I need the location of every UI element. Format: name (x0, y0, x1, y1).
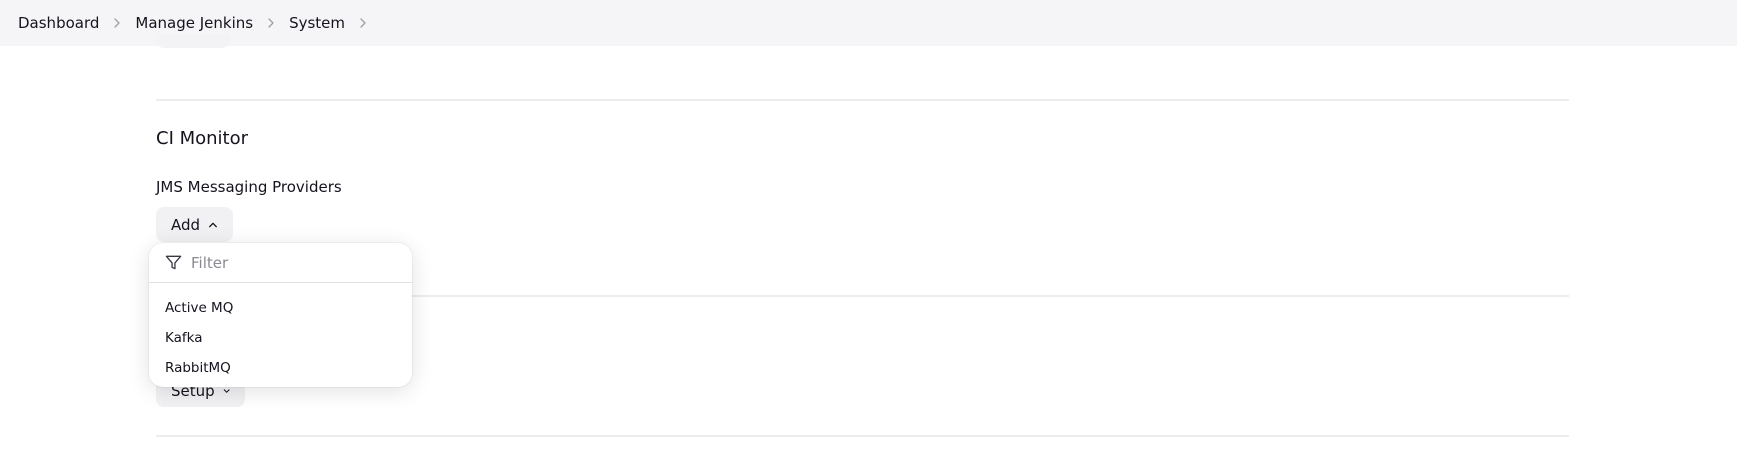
add-provider-button[interactable]: Add (156, 207, 233, 242)
breadcrumb-item-manage-jenkins[interactable]: Manage Jenkins (135, 14, 253, 32)
filter-row (149, 243, 412, 283)
jms-providers-label: JMS Messaging Providers (156, 178, 342, 196)
breadcrumb-item-dashboard[interactable]: Dashboard (18, 14, 99, 32)
section-title: CI Monitor (156, 128, 249, 149)
funnel-icon (165, 255, 182, 270)
section-divider-top (156, 99, 1569, 101)
breadcrumb: Dashboard Manage Jenkins System (0, 0, 1737, 46)
section-divider-bottom (156, 435, 1569, 437)
menu-item-kafka[interactable]: Kafka (149, 323, 412, 353)
chevron-up-icon (209, 222, 218, 227)
partial-button-above[interactable] (156, 34, 230, 48)
filter-input[interactable] (191, 253, 391, 272)
add-provider-dropdown: Active MQ Kafka RabbitMQ (149, 243, 412, 387)
add-button-label: Add (171, 215, 201, 234)
chevron-right-icon[interactable] (99, 18, 135, 28)
chevron-right-icon[interactable] (253, 18, 289, 28)
provider-menu-list: Active MQ Kafka RabbitMQ (149, 283, 412, 383)
menu-item-active-mq[interactable]: Active MQ (149, 293, 412, 323)
menu-item-rabbitmq[interactable]: RabbitMQ (149, 353, 412, 383)
chevron-right-icon[interactable] (345, 18, 381, 28)
breadcrumb-item-system[interactable]: System (289, 14, 345, 32)
